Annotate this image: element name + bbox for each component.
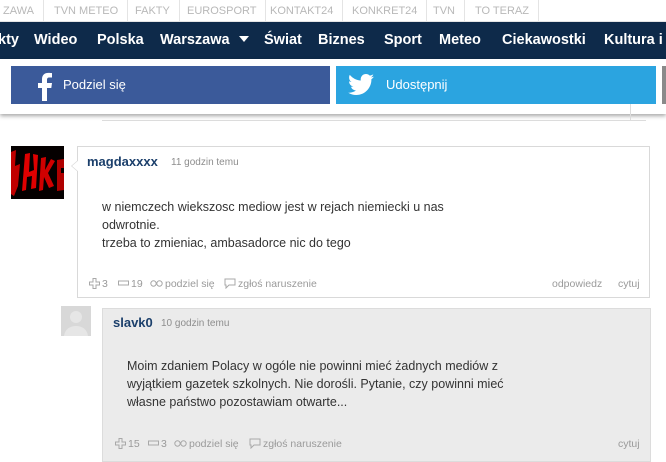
dislike-count: 3 — [161, 438, 167, 450]
partner-link-tvn-warszawa[interactable]: ZAWA — [0, 0, 44, 22]
speech-bubble-icon — [224, 278, 236, 289]
comment-line: własne państwo pozostawiam otwarte... — [127, 395, 348, 409]
nav-item-meteo[interactable]: Meteo — [439, 22, 481, 59]
partner-links-bar: ZAWA TVN METEO FAKTY EUROSPORT KONTAKT24… — [0, 0, 666, 22]
dislike-count: 19 — [131, 278, 143, 290]
partner-link-kontakt24[interactable]: KONTAKT24 — [261, 0, 344, 22]
divider — [102, 120, 646, 121]
comment-line: odwrotnie. — [102, 218, 160, 232]
facebook-share-button[interactable]: Podziel się — [11, 66, 330, 104]
like-button[interactable]: 3 — [89, 277, 108, 290]
report-comment-link[interactable]: zgłoś naruszenie — [224, 278, 317, 290]
comment-text: Moim zdaniem Polacy w ogóle nie powinni … — [127, 357, 504, 411]
minus-icon — [148, 440, 159, 446]
share-comment-link[interactable]: podziel się — [174, 438, 239, 450]
plus-icon — [115, 437, 126, 449]
avatar[interactable] — [61, 306, 91, 336]
comment-card: magdaxxxx 11 godzin temu w niemczech wie… — [71, 146, 650, 298]
avatar-image — [11, 146, 64, 199]
default-avatar-icon — [61, 306, 91, 336]
nav-item-warszawa[interactable]: Warszawa — [160, 22, 249, 59]
partner-link-fakty[interactable]: FAKTY — [126, 0, 180, 22]
divider — [630, 104, 631, 121]
quote-link[interactable]: cytuj — [618, 278, 640, 290]
partner-link-konkret24[interactable]: KONKRET24 — [343, 0, 428, 22]
plus-icon — [89, 277, 100, 289]
avatar[interactable] — [11, 146, 64, 199]
chevron-down-icon — [238, 36, 249, 43]
report-comment-link[interactable]: zgłoś naruszenie — [249, 438, 342, 450]
more-share-button[interactable] — [662, 66, 666, 104]
comment-text: w niemczech wiekszosc mediow jest w reja… — [102, 198, 444, 252]
like-count: 15 — [128, 438, 140, 450]
partner-link-eurosport[interactable]: EUROSPORT — [178, 0, 267, 22]
reply-comment-card: slavk0 10 godzin temu Moim zdaniem Polac… — [102, 308, 651, 462]
reply-link[interactable]: odpowiedz — [552, 278, 602, 290]
facebook-icon — [38, 72, 52, 101]
nav-item-swiat[interactable]: Świat — [264, 22, 302, 59]
twitter-bird-icon — [348, 74, 374, 95]
comment-line: w niemczech wiekszosc mediow jest w reja… — [102, 200, 444, 214]
comment-line: Moim zdaniem Polacy w ogóle nie powinni … — [127, 359, 499, 373]
share-comment-label: podziel się — [165, 278, 215, 290]
facebook-share-label: Podziel się — [63, 77, 126, 92]
comment-author[interactable]: magdaxxxx — [87, 154, 158, 169]
nav-item-wideo[interactable]: Wideo — [34, 22, 77, 59]
dislike-button[interactable]: 19 — [118, 278, 143, 290]
like-count: 3 — [102, 278, 108, 290]
comment-line: wyjątkiem gazetek szkolnych. Nie dorośli… — [127, 377, 504, 391]
comment-time: 11 godzin temu — [171, 157, 239, 168]
nav-item-kultura[interactable]: Kultura i — [604, 22, 663, 59]
partner-link-tvn[interactable]: TVN — [424, 0, 465, 22]
partner-link-to-teraz[interactable]: TO TERAZ — [466, 0, 539, 22]
quote-link[interactable]: cytuj — [618, 438, 640, 450]
share-icon — [150, 280, 163, 287]
nav-item-biznes[interactable]: Biznes — [318, 22, 365, 59]
partner-link-tvn-meteo[interactable]: TVN METEO — [45, 0, 129, 22]
twitter-share-label: Udostępnij — [386, 77, 448, 92]
nav-item-ciekawostki[interactable]: Ciekawostki — [502, 22, 586, 59]
report-comment-label: zgłoś naruszenie — [263, 438, 342, 450]
report-comment-label: zgłoś naruszenie — [238, 278, 317, 290]
minus-icon — [118, 280, 129, 286]
dislike-button[interactable]: 3 — [148, 438, 167, 450]
share-comment-link[interactable]: podziel się — [150, 278, 215, 290]
comment-time: 10 godzin temu — [161, 318, 230, 329]
nav-item-warszawa-label: Warszawa — [160, 32, 230, 48]
nav-item-fakty[interactable]: kty — [0, 22, 19, 59]
nav-item-polska[interactable]: Polska — [97, 22, 144, 59]
comment-line: trzeba to zmieniac, ambasadorce nic do t… — [102, 236, 351, 250]
share-icon — [174, 440, 187, 447]
like-button[interactable]: 15 — [115, 437, 140, 450]
share-comment-label: podziel się — [189, 438, 239, 450]
speech-bubble-icon — [249, 438, 261, 449]
twitter-share-button[interactable]: Udostępnij — [336, 66, 656, 104]
nav-item-sport[interactable]: Sport — [384, 22, 422, 59]
share-bar: Podziel się Udostępnij — [0, 59, 666, 114]
main-nav: kty Wideo Polska Warszawa Świat Biznes S… — [0, 22, 666, 59]
comment-author[interactable]: slavk0 — [113, 315, 153, 330]
